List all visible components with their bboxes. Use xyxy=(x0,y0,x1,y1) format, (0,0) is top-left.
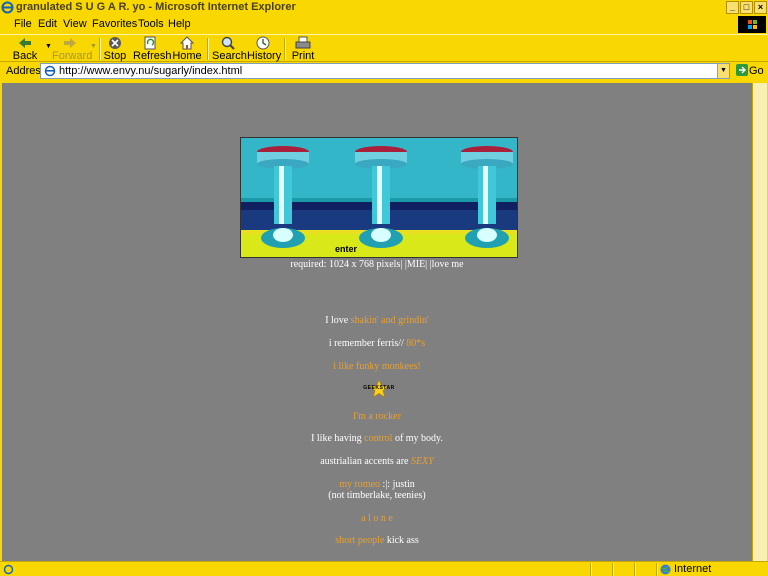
rocker-link[interactable]: I'm a rocker xyxy=(353,411,401,422)
status-separator xyxy=(656,563,658,576)
history-label: History xyxy=(247,50,282,62)
menu-view[interactable]: View xyxy=(63,18,87,30)
menu-favorites[interactable]: Favorites xyxy=(92,18,137,30)
back-label: Back xyxy=(12,50,38,62)
internet-zone-icon xyxy=(660,564,671,575)
close-button[interactable]: × xyxy=(754,1,767,14)
search-label: Search xyxy=(212,50,247,62)
go-button[interactable]: Go xyxy=(733,63,767,79)
love-line: I love shakin' and grindin' xyxy=(2,315,752,326)
stop-icon xyxy=(109,37,121,49)
home-label: Home xyxy=(172,50,202,62)
ferris-line: i remember ferris// 80*s xyxy=(2,338,752,349)
toolbar-separator xyxy=(207,38,209,60)
menu-help[interactable]: Help xyxy=(168,18,191,30)
menu-edit[interactable]: Edit xyxy=(38,18,57,30)
address-dropdown-icon[interactable]: ▼ xyxy=(717,64,729,78)
home-button[interactable]: Home xyxy=(172,35,202,63)
romeo-line: my romeo :|: justin xyxy=(2,479,752,490)
shakin-link[interactable]: shakin' and grindin' xyxy=(351,315,429,326)
status-separator xyxy=(612,563,614,576)
geekstar-badge[interactable]: GEEKSTAR xyxy=(360,379,398,398)
history-icon xyxy=(256,36,270,50)
sexy-link[interactable]: SEXY xyxy=(411,456,434,467)
status-bar: Internet xyxy=(0,561,768,576)
rocker-line: I'm a rocker xyxy=(2,411,752,422)
control-link[interactable]: control xyxy=(364,433,392,444)
monkees-link[interactable]: i like funky monkees! xyxy=(333,361,420,372)
maximize-button[interactable]: □ xyxy=(740,1,753,14)
forward-dropdown-icon: ▼ xyxy=(90,43,97,50)
control-text-b: of my body. xyxy=(392,433,443,444)
monkees-line: i like funky monkees! xyxy=(2,361,752,372)
forward-arrow-icon xyxy=(64,38,76,48)
refresh-icon xyxy=(144,36,156,50)
alone-link[interactable]: a l o n e xyxy=(361,513,393,524)
windows-logo xyxy=(738,16,766,33)
control-line: I like having control of my body. xyxy=(2,433,752,444)
search-button[interactable]: Search xyxy=(212,35,247,63)
eighties-link[interactable]: 80*s xyxy=(406,338,425,349)
ferris-text: i remember ferris// xyxy=(328,338,407,349)
menu-bar: File Edit View Favorites Tools Help xyxy=(0,16,768,34)
ie-icon xyxy=(1,1,14,14)
address-bar: Address http://www.envy.nu/sugarly/index… xyxy=(0,62,768,80)
requirement-text: required: 1024 x 768 pixels| |MIE| |love… xyxy=(290,259,464,270)
search-icon xyxy=(221,36,235,50)
romeo-link[interactable]: my romeo xyxy=(339,479,380,490)
page-viewport: enter required: 1024 x 768 pixels| |MIE|… xyxy=(2,83,752,561)
home-icon xyxy=(179,36,195,50)
timberlake-line: (not timberlake, teenies) xyxy=(328,490,426,501)
print-label: Print xyxy=(291,50,315,62)
go-label: Go xyxy=(749,65,764,77)
forward-label: Forward xyxy=(52,50,93,62)
refresh-label: Refresh xyxy=(133,50,172,62)
vertical-scrollbar[interactable] xyxy=(752,83,767,561)
window-title: granulated S U G A R. yo - Microsoft Int… xyxy=(16,1,296,13)
status-separator xyxy=(590,563,592,576)
stop-button[interactable]: Stop xyxy=(102,35,128,63)
status-separator xyxy=(634,563,636,576)
title-bar: granulated S U G A R. yo - Microsoft Int… xyxy=(0,0,768,16)
refresh-button[interactable]: Refresh xyxy=(133,35,172,63)
enter-link[interactable]: enter xyxy=(335,244,357,254)
history-button[interactable]: History xyxy=(247,35,282,63)
back-arrow-icon xyxy=(19,38,31,48)
alone-line: a l o n e xyxy=(2,513,752,524)
romeo-text: :|: justin xyxy=(380,479,415,490)
badge-text: GEEKSTAR xyxy=(363,385,395,391)
forward-button: Forward xyxy=(52,35,93,63)
go-arrow-icon xyxy=(736,64,748,76)
kick-ass-text: kick ass xyxy=(384,535,419,546)
toolbar-separator xyxy=(284,38,286,60)
love-text: I love xyxy=(325,315,351,326)
control-text-a: I like having xyxy=(311,433,365,444)
accents-line: austrialian accents are SEXY xyxy=(2,456,752,467)
print-button[interactable]: Print xyxy=(289,35,317,63)
accents-text: austrialian accents are xyxy=(320,456,411,467)
page-icon xyxy=(44,65,56,77)
toolbar-separator xyxy=(99,38,101,60)
back-dropdown-icon[interactable]: ▼ xyxy=(45,43,52,50)
diner-stools-picture xyxy=(241,138,517,257)
short-people-line: short people kick ass xyxy=(2,535,752,546)
zone-label: Internet xyxy=(674,563,712,575)
short-people-link[interactable]: short people xyxy=(335,535,384,546)
toolbar: Back ▼ Forward ▼ Stop Refresh Home Searc… xyxy=(0,34,768,62)
minimize-button[interactable]: _ xyxy=(726,1,739,14)
back-button[interactable]: Back xyxy=(6,35,44,63)
printer-icon xyxy=(295,36,311,49)
address-url[interactable]: http://www.envy.nu/sugarly/index.html xyxy=(59,65,242,77)
stop-label: Stop xyxy=(103,50,127,62)
page-status-icon xyxy=(3,564,14,575)
menu-tools[interactable]: Tools xyxy=(138,18,164,30)
menu-file[interactable]: File xyxy=(14,18,32,30)
banner-image[interactable]: enter xyxy=(240,137,518,258)
address-field[interactable]: http://www.envy.nu/sugarly/index.html ▼ xyxy=(40,63,730,79)
